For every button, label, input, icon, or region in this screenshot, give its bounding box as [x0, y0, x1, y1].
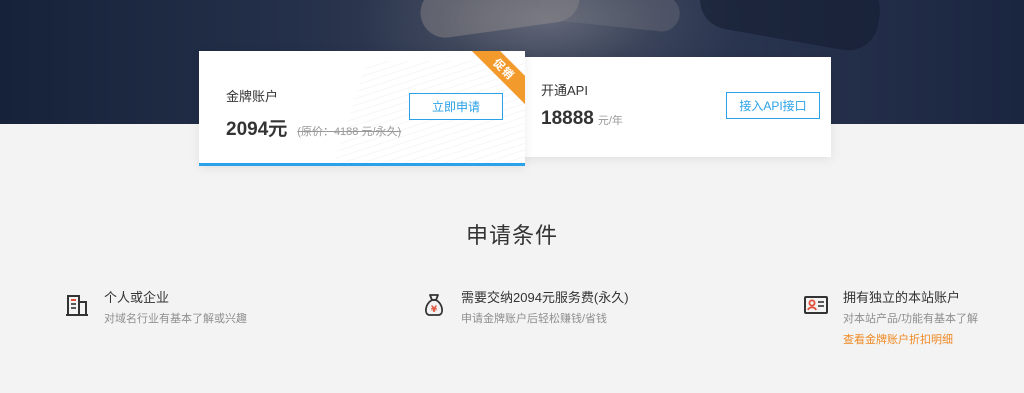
condition-title: 需要交纳2094元服务费(永久)	[461, 290, 629, 305]
money-bag-icon: ¥	[425, 294, 443, 316]
apply-now-button[interactable]: 立即申请	[409, 93, 503, 120]
condition-desc: 对域名行业有基本了解或兴趣	[104, 313, 247, 325]
condition-text: 个人或企业 对域名行业有基本了解或兴趣	[104, 290, 247, 326]
condition-item: 拥有独立的本站账户 对本站产品/功能有基本了解 查看金牌账户折扣明细	[803, 290, 978, 347]
section-title: 申请条件	[465, 223, 558, 248]
gold-discount-details-link[interactable]: 查看金牌账户折扣明细	[843, 333, 978, 347]
condition-desc: 申请金牌账户后轻松赚钱/省钱	[461, 313, 608, 325]
api-access-button[interactable]: 接入API接口	[726, 92, 820, 119]
condition-text: 需要交纳2094元服务费(永久) 申请金牌账户后轻松赚钱/省钱	[461, 290, 629, 326]
api-card: 开通API 18888 元/年 接入API接口	[520, 57, 831, 157]
id-card-icon	[804, 296, 828, 314]
condition-text: 拥有独立的本站账户 对本站产品/功能有基本了解 查看金牌账户折扣明细	[843, 290, 978, 347]
api-price-row: 18888 元/年	[541, 108, 623, 130]
building-icon	[66, 295, 88, 316]
gold-price: 2094元	[226, 119, 288, 140]
condition-desc: 对本站产品/功能有基本了解	[843, 313, 979, 325]
condition-item: ¥ 需要交纳2094元服务费(永久) 申请金牌账户后轻松赚钱/省钱	[421, 290, 629, 326]
condition-title: 个人或企业	[104, 290, 170, 305]
api-card-title: 开通API	[541, 83, 588, 98]
gold-card-title: 金牌账户	[226, 89, 279, 104]
gold-price-row: 2094元 (原价：4188 元/永久)	[226, 114, 401, 141]
gold-account-card: 金牌账户 2094元 (原价：4188 元/永久) 立即申请 促销	[199, 51, 525, 166]
svg-text:¥: ¥	[431, 305, 438, 315]
api-price-unit: 元/年	[597, 115, 623, 127]
condition-item: 个人或企业 对域名行业有基本了解或兴趣	[64, 290, 247, 326]
gold-original-price: (原价：4188 元/永久)	[297, 126, 402, 138]
api-price: 18888	[541, 108, 594, 129]
condition-title: 拥有独立的本站账户	[843, 290, 961, 305]
